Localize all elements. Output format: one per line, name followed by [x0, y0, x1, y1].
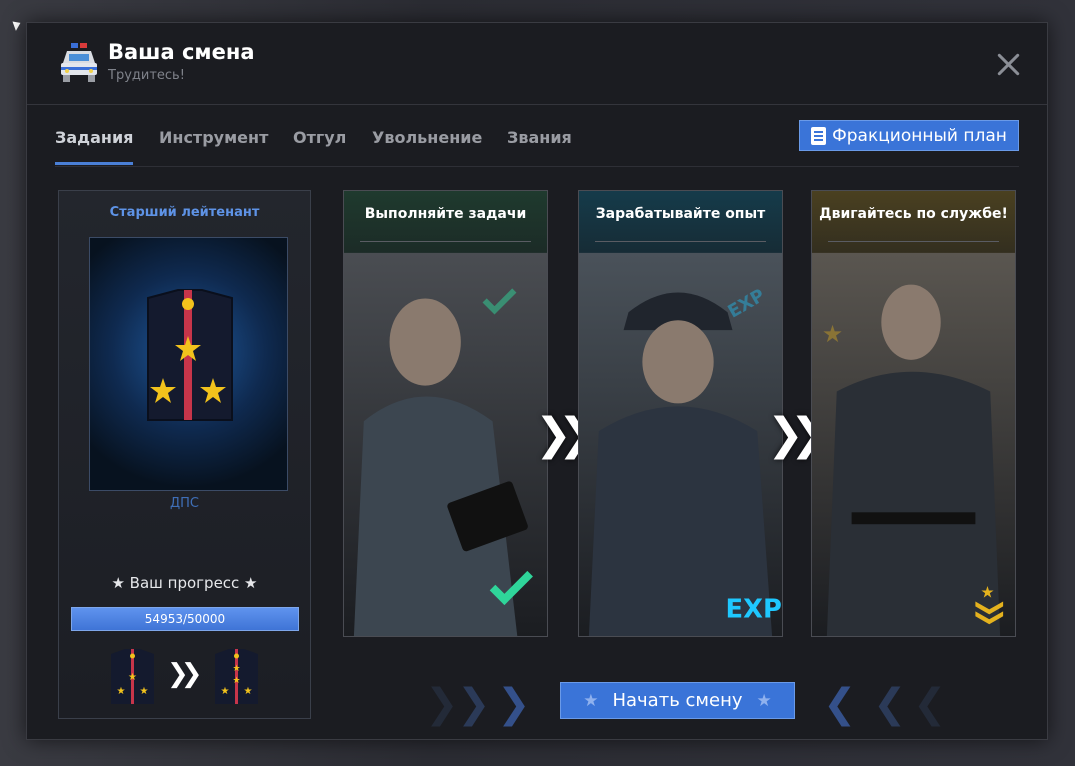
tab-tools[interactable]: Инструмент [159, 128, 268, 165]
card-tasks: Выполняйте задачи [343, 190, 548, 637]
rank-insignia-frame [89, 237, 288, 491]
dialog-subtitle: Трудитесь! [108, 68, 185, 83]
start-shift-label: Начать смену [612, 690, 743, 711]
step-arrow-icon: ❯❯ [767, 409, 827, 460]
svg-text:★: ★ [822, 320, 843, 348]
svg-text:★: ★ [117, 686, 126, 697]
card-title: Выполняйте задачи [364, 206, 527, 222]
rank-panel: Старший лейтенант ДПС ★ Ваш прогресс ★ 5… [58, 190, 311, 719]
card-title: Двигайтесь по службе! [819, 206, 1008, 222]
svg-text:★: ★ [221, 686, 230, 697]
start-shift-button[interactable]: ★ Начать смену ★ [560, 682, 795, 719]
svg-text:★: ★ [128, 672, 137, 683]
decor-arrow-icon: ❯ [425, 681, 459, 727]
progress-text: 54953/50000 [144, 612, 226, 626]
card-experience: Зарабатывайте опыт EXP EXP [578, 190, 783, 637]
exp-badge: EXP [726, 594, 782, 624]
decor-arrow-icon: ❮ [913, 681, 947, 727]
officer-cap-image: EXP EXP [579, 252, 782, 636]
progress-bar: 54953/50000 [71, 607, 299, 631]
faction-plan-label: Фракционный план [832, 125, 1007, 146]
svg-text:★: ★ [232, 676, 240, 686]
department-label: ДПС [169, 496, 199, 511]
card-divider [828, 241, 999, 242]
checklist-icon [811, 126, 827, 145]
epaulette-4-stars-icon: ★ ★ ★ ★ [215, 649, 258, 704]
officer-tablet-image [344, 252, 547, 636]
star-icon: ★ [756, 690, 772, 711]
epaulette-3-stars-icon: ★ ★ ★ [111, 649, 154, 704]
faction-plan-button[interactable]: Фракционный план [799, 120, 1019, 151]
dialog-header: Ваша смена Трудитесь! [27, 23, 1047, 105]
epaulette-3-stars-icon [147, 289, 233, 421]
close-icon[interactable] [995, 51, 1021, 77]
rank-name: Старший лейтенант [109, 205, 260, 220]
tab-dismissal[interactable]: Увольнение [372, 128, 482, 165]
officer-uniform-image: ★ ★ [812, 252, 1015, 636]
decor-arrow-icon: ❯ [457, 681, 491, 727]
decor-arrow-icon: ❯ [497, 681, 531, 727]
decor-arrow-icon: ❮ [873, 681, 907, 727]
svg-text:★: ★ [980, 582, 994, 601]
tab-tasks[interactable]: Задания [55, 128, 134, 165]
svg-text:★: ★ [140, 686, 149, 697]
tab-ranks[interactable]: Звания [507, 128, 572, 165]
decor-arrow-icon: ❮ [823, 681, 857, 727]
tab-day-off[interactable]: Отгул [293, 128, 346, 165]
police-car-icon [61, 43, 97, 82]
star-icon: ★ [583, 690, 599, 711]
card-divider [360, 241, 531, 242]
card-divider [595, 241, 766, 242]
shift-dialog: Ваша смена Трудитесь! Задания Инструмент… [26, 22, 1048, 740]
card-title: Зарабатывайте опыт [595, 206, 766, 222]
svg-text:★: ★ [244, 686, 253, 697]
step-arrow-icon: ❯❯ [535, 409, 595, 460]
next-rank-arrow-icon: ❯❯ [167, 659, 202, 689]
svg-text:★: ★ [232, 664, 240, 674]
dialog-title: Ваша смена [108, 40, 255, 64]
progress-label: ★ Ваш прогресс ★ [111, 574, 258, 592]
card-promotion: Двигайтесь по службе! ★ ★ [811, 190, 1016, 637]
